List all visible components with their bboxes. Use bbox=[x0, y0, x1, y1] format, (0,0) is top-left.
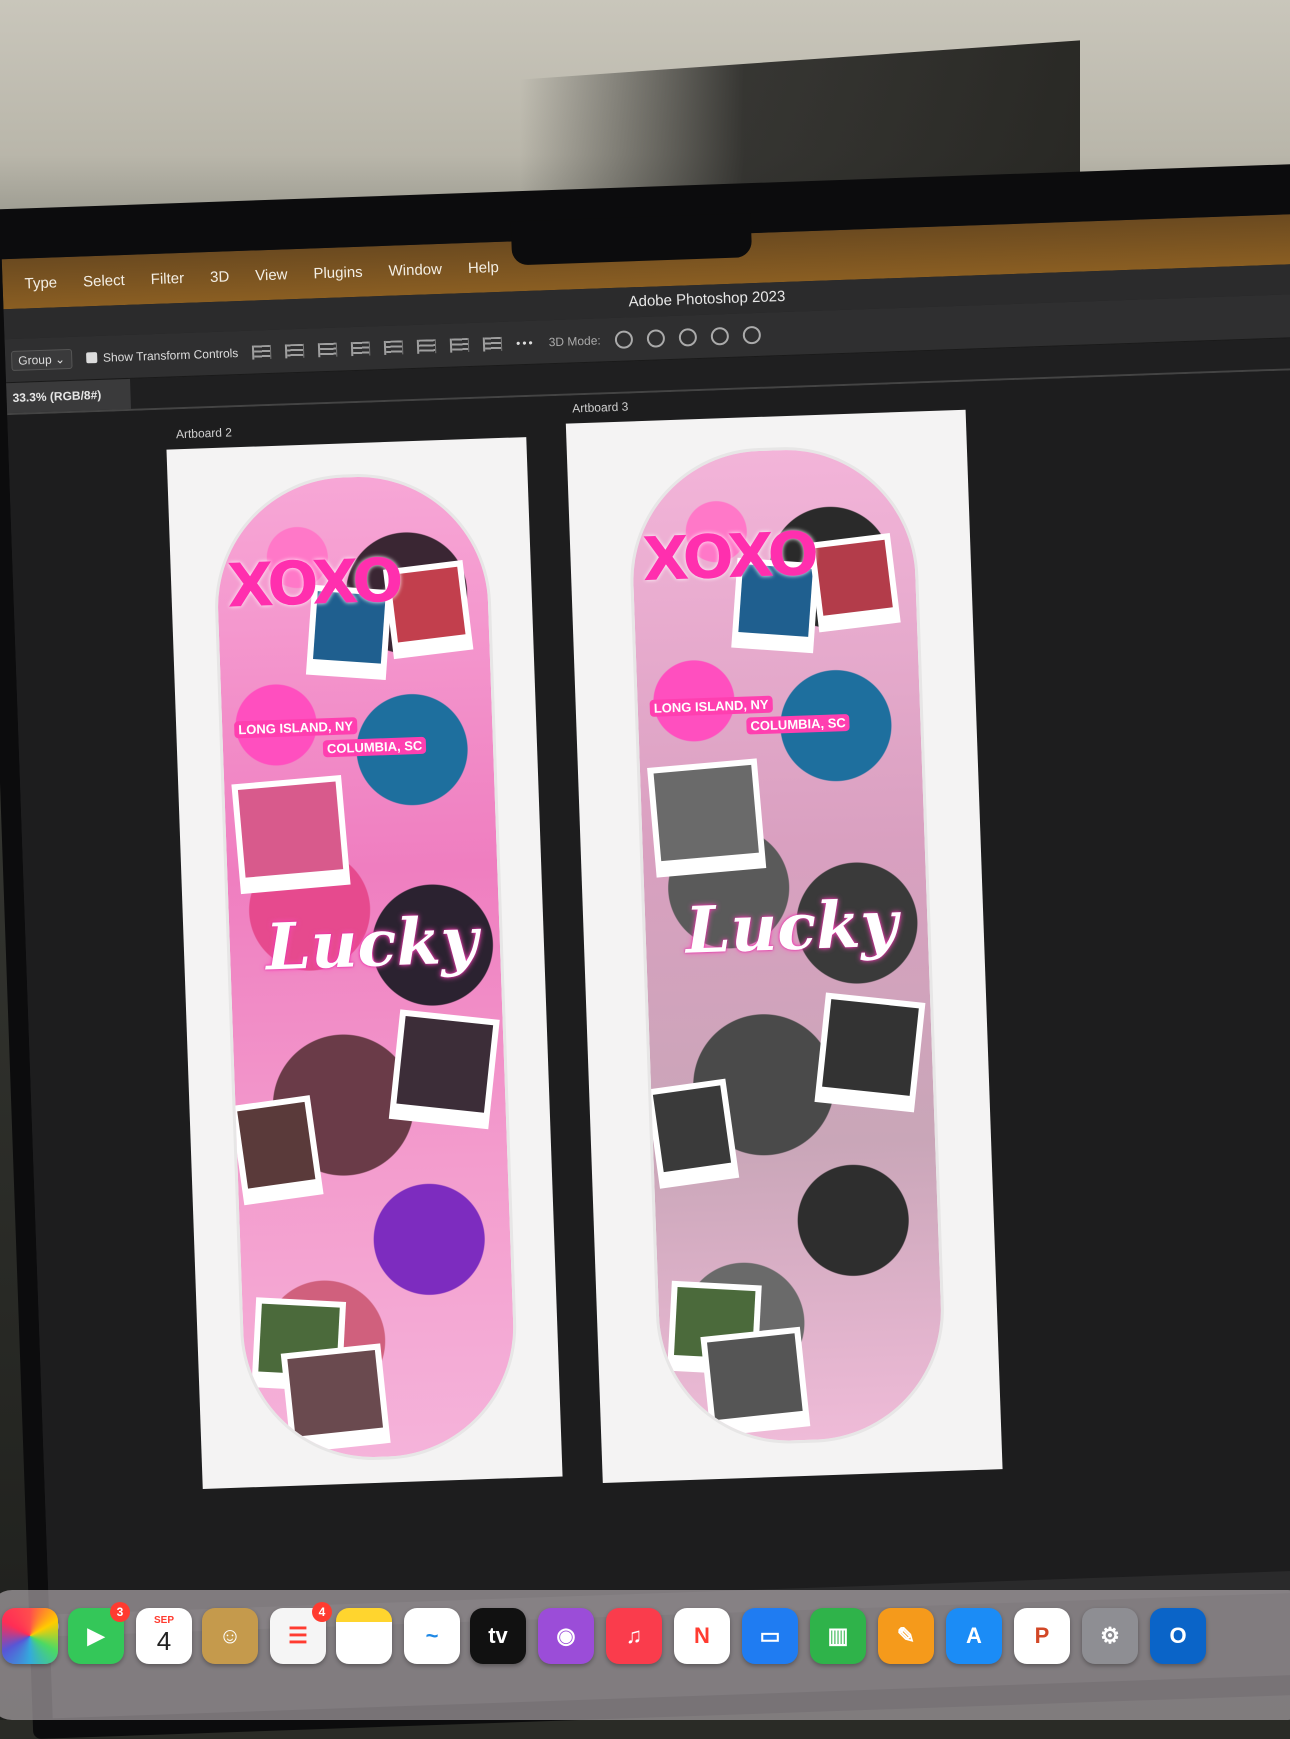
location-long-island: LONG ISLAND, NY bbox=[649, 695, 773, 717]
checkbox-checked-icon bbox=[85, 352, 98, 364]
notes-icon[interactable] bbox=[336, 1608, 392, 1664]
xoxo-text: XOXO bbox=[226, 545, 401, 622]
menu-plugins[interactable]: Plugins bbox=[313, 263, 363, 282]
reminders-badge: 4 bbox=[312, 1602, 332, 1622]
canvas-area[interactable]: Artboard 2 XOXO LONG ISLAND, NY COLUMBIA… bbox=[7, 369, 1290, 1615]
more-options-button[interactable]: ••• bbox=[516, 335, 535, 350]
align-right-edges-icon[interactable] bbox=[317, 342, 338, 357]
dock: ▶ 3 SEP 4 ☺ ☰ 4 ~ tv ◉ ♫ N ▭ ▥ ✎ A P ⚙ O bbox=[0, 1590, 1290, 1720]
collage-photo bbox=[388, 1009, 500, 1130]
location-long-island: LONG ISLAND, NY bbox=[234, 717, 358, 739]
window-title: Adobe Photoshop 2023 bbox=[628, 287, 786, 311]
auto-select-dropdown[interactable]: Group ⌄ bbox=[10, 348, 73, 371]
apple-tv-label: tv bbox=[488, 1623, 508, 1648]
menu-filter[interactable]: Filter bbox=[150, 269, 184, 287]
numbers-icon[interactable]: ▥ bbox=[810, 1608, 866, 1664]
collage-photo bbox=[230, 1095, 324, 1206]
podcasts-icon[interactable]: ◉ bbox=[538, 1608, 594, 1664]
document-tab[interactable]: 33.3% (RGB/8#) bbox=[6, 378, 132, 414]
xoxo-text: XOXO bbox=[641, 519, 816, 596]
menu-3d[interactable]: 3D bbox=[210, 268, 230, 286]
music-icon[interactable]: ♫ bbox=[606, 1608, 662, 1664]
align-horizontal-centers-icon[interactable] bbox=[285, 343, 305, 358]
collage-photo bbox=[646, 1078, 740, 1189]
collage-photo bbox=[231, 774, 351, 895]
show-transform-checkbox[interactable]: Show Transform Controls bbox=[85, 345, 239, 365]
skateboard-collage-bw: XOXO LONG ISLAND, NY COLUMBIA, SC Lucky bbox=[628, 445, 946, 1445]
collage-photo bbox=[814, 992, 926, 1113]
collage-photo bbox=[808, 533, 901, 633]
align-top-edges-icon[interactable] bbox=[383, 339, 404, 355]
align-left-edges-icon[interactable] bbox=[252, 344, 272, 360]
powerpoint-icon[interactable]: P bbox=[1014, 1608, 1070, 1664]
screen: Type Select Filter 3D View Plugins Windo… bbox=[1, 213, 1290, 1719]
3d-camera-icon[interactable] bbox=[742, 325, 761, 344]
menu-select[interactable]: Select bbox=[83, 271, 125, 289]
outlook-icon[interactable]: O bbox=[1150, 1608, 1206, 1664]
pages-icon[interactable]: ✎ bbox=[878, 1608, 934, 1664]
distribute-horizontal-icon[interactable] bbox=[482, 336, 503, 352]
artboard-2-label[interactable]: Artboard 2 bbox=[176, 425, 233, 441]
news-icon[interactable]: N bbox=[674, 1608, 730, 1664]
menu-window[interactable]: Window bbox=[388, 260, 442, 279]
lucky-script-text: Lucky bbox=[684, 886, 899, 969]
app-store-icon[interactable]: A bbox=[946, 1608, 1002, 1664]
collage-photo bbox=[280, 1343, 391, 1454]
lucky-script-text: Lucky bbox=[264, 903, 480, 986]
skateboard-collage-color: XOXO LONG ISLAND, NY COLUMBIA, SC Lucky bbox=[213, 472, 518, 1462]
3d-orbit-icon[interactable] bbox=[614, 329, 633, 349]
collage-photo bbox=[700, 1326, 811, 1437]
facetime-badge: 3 bbox=[110, 1602, 130, 1622]
show-transform-label: Show Transform Controls bbox=[102, 345, 239, 365]
location-columbia: COLUMBIA, SC bbox=[746, 713, 851, 735]
calendar-month: SEP bbox=[153, 1615, 174, 1626]
contacts-icon[interactable]: ☺ bbox=[202, 1608, 258, 1664]
3d-roll-icon[interactable] bbox=[646, 328, 665, 348]
apple-tv-icon[interactable]: tv bbox=[470, 1608, 526, 1664]
align-vertical-centers-icon[interactable] bbox=[416, 338, 437, 354]
facetime-icon[interactable]: ▶ 3 bbox=[68, 1602, 130, 1664]
keynote-icon[interactable]: ▭ bbox=[742, 1608, 798, 1664]
monitor: Type Select Filter 3D View Plugins Windo… bbox=[0, 163, 1290, 1739]
3d-pan-icon[interactable] bbox=[678, 327, 697, 347]
system-settings-icon[interactable]: ⚙ bbox=[1082, 1608, 1138, 1664]
collage-photo bbox=[647, 758, 767, 878]
calendar-icon[interactable]: SEP 4 bbox=[136, 1608, 192, 1664]
artboard-3[interactable]: XOXO LONG ISLAND, NY COLUMBIA, SC Lucky bbox=[565, 409, 1003, 1484]
document-tab-label: 33.3% (RGB/8#) bbox=[12, 387, 102, 405]
photos-icon[interactable] bbox=[2, 1608, 58, 1664]
outlook-label: O bbox=[1169, 1623, 1187, 1648]
menu-help[interactable]: Help bbox=[468, 258, 499, 276]
calendar-day: 4 bbox=[156, 1626, 172, 1656]
align-bottom-edges-icon[interactable] bbox=[449, 337, 470, 353]
artboard-2[interactable]: XOXO LONG ISLAND, NY COLUMBIA, SC Lucky bbox=[166, 437, 563, 1490]
auto-select-value: Group bbox=[18, 352, 52, 368]
location-columbia: COLUMBIA, SC bbox=[322, 736, 427, 758]
reminders-icon[interactable]: ☰ 4 bbox=[270, 1602, 332, 1664]
powerpoint-label: P bbox=[1034, 1623, 1050, 1648]
3d-slide-icon[interactable] bbox=[710, 326, 729, 346]
artboard-3-label[interactable]: Artboard 3 bbox=[572, 399, 629, 415]
camera-notch bbox=[510, 213, 753, 266]
freeform-icon[interactable]: ~ bbox=[404, 1608, 460, 1664]
menu-view[interactable]: View bbox=[255, 266, 288, 284]
menu-type[interactable]: Type bbox=[24, 274, 57, 292]
distribute-vertical-icon[interactable] bbox=[350, 340, 371, 356]
3d-mode-label: 3D Mode: bbox=[548, 332, 601, 349]
